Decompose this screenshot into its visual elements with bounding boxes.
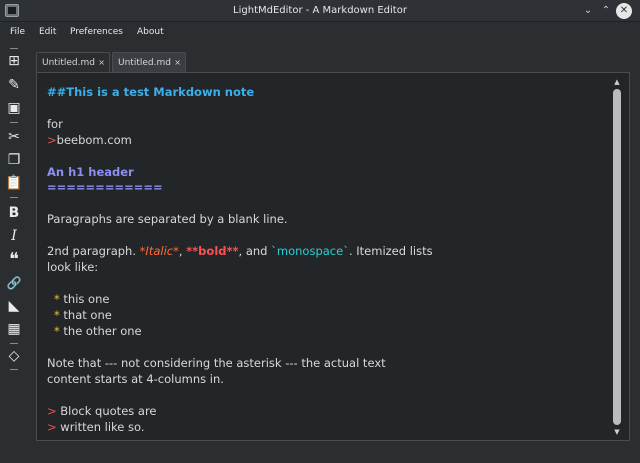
- italic-text: *Italic*: [139, 244, 179, 258]
- line-text: written like so.: [56, 420, 145, 434]
- image-icon[interactable]: ◣: [5, 297, 23, 315]
- toolbar-separator: [10, 343, 18, 344]
- cut-icon[interactable]: ✂: [5, 128, 23, 146]
- close-button[interactable]: ✕: [616, 3, 632, 19]
- editor-line: 2nd paragraph. *Italic*, **bold**, and `…: [47, 244, 433, 258]
- menu-edit[interactable]: Edit: [39, 27, 56, 37]
- line-text: Block quotes are: [56, 404, 157, 418]
- window-title: LightMdEditor - A Markdown Editor: [233, 5, 407, 16]
- maximize-button[interactable]: ⌃: [598, 3, 614, 19]
- scroll-down-icon[interactable]: ▼: [613, 429, 621, 436]
- edit-file-icon[interactable]: ✎: [5, 76, 23, 94]
- tab-untitled-1[interactable]: Untitled.md ×: [36, 52, 110, 72]
- tab-close-icon[interactable]: ×: [98, 53, 105, 73]
- monospace-text: `monospace`: [271, 244, 349, 258]
- copy-icon[interactable]: ❐: [5, 151, 23, 169]
- tab-close-icon[interactable]: ×: [174, 53, 181, 73]
- code-icon[interactable]: ◇: [5, 347, 23, 365]
- toolbar-separator: [10, 122, 18, 123]
- tab-label: Untitled.md: [118, 58, 171, 68]
- line-text: that one: [59, 308, 112, 322]
- tab-label: Untitled.md: [42, 58, 95, 68]
- editor-line: >beebom.com: [47, 133, 132, 147]
- list-item: * the other one: [54, 324, 142, 338]
- menu-about[interactable]: About: [137, 27, 164, 37]
- quote-icon[interactable]: ❝: [5, 251, 23, 269]
- editor-line: > Block quotes are: [47, 404, 157, 418]
- link-icon[interactable]: 🔗: [5, 274, 23, 292]
- scroll-up-icon[interactable]: ▲: [613, 79, 621, 86]
- toolbar-separator: [10, 369, 18, 370]
- formatting-toolbar: ⊞ ✎ ▣ ✂ ❐ 📋 B I ❝ 🔗 ◣ ▦ ◇: [0, 44, 28, 463]
- editor-line: for: [47, 117, 63, 131]
- list-item: * this one: [54, 292, 109, 306]
- scrollbar-thumb[interactable]: [613, 89, 621, 425]
- editor-line: Note that --- not considering the asteri…: [47, 356, 386, 370]
- editor-line: > written like so.: [47, 420, 145, 434]
- vertical-scrollbar[interactable]: ▲ ▼: [611, 79, 623, 436]
- italic-icon[interactable]: I: [5, 227, 23, 245]
- editor-line: An h1 header: [47, 165, 134, 179]
- menu-file[interactable]: File: [10, 27, 25, 37]
- line-text: beebom.com: [56, 133, 132, 147]
- bold-text: **bold**: [186, 244, 239, 258]
- table-icon[interactable]: ▦: [5, 320, 23, 338]
- menu-preferences[interactable]: Preferences: [70, 27, 123, 37]
- markdown-editor[interactable]: ##This is a test Markdown note for >beeb…: [36, 72, 630, 441]
- title-bar: LightMdEditor - A Markdown Editor ⌄ ⌃ ✕: [0, 0, 640, 22]
- line-text: the other one: [59, 324, 142, 338]
- line-text: this one: [59, 292, 110, 306]
- line-text: 2nd paragraph.: [47, 244, 140, 258]
- editor-line: look like:: [47, 260, 99, 274]
- editor-line: ##This is a test Markdown note: [47, 85, 255, 99]
- status-bar: [0, 448, 640, 463]
- editor-line: content starts at 4-columns in.: [47, 372, 224, 386]
- editor-line: Paragraphs are separated by a blank line…: [47, 212, 288, 226]
- quote-marker: >: [47, 420, 57, 434]
- toolbar-separator: [10, 48, 18, 49]
- quote-marker: >: [47, 133, 57, 147]
- minimize-button[interactable]: ⌄: [580, 3, 596, 19]
- bold-icon[interactable]: B: [5, 204, 23, 222]
- tab-untitled-2[interactable]: Untitled.md ×: [112, 52, 186, 72]
- new-file-icon[interactable]: ⊞: [5, 52, 23, 70]
- save-icon[interactable]: ▣: [5, 99, 23, 117]
- menu-bar: File Edit Preferences About: [0, 22, 640, 42]
- line-text: , and: [238, 244, 272, 258]
- paste-icon[interactable]: 📋: [5, 174, 23, 192]
- editor-line: ============: [47, 180, 163, 194]
- list-item: * that one: [54, 308, 112, 322]
- toolbar-separator: [10, 197, 18, 198]
- quote-marker: >: [47, 404, 57, 418]
- line-text: . Itemized lists: [348, 244, 433, 258]
